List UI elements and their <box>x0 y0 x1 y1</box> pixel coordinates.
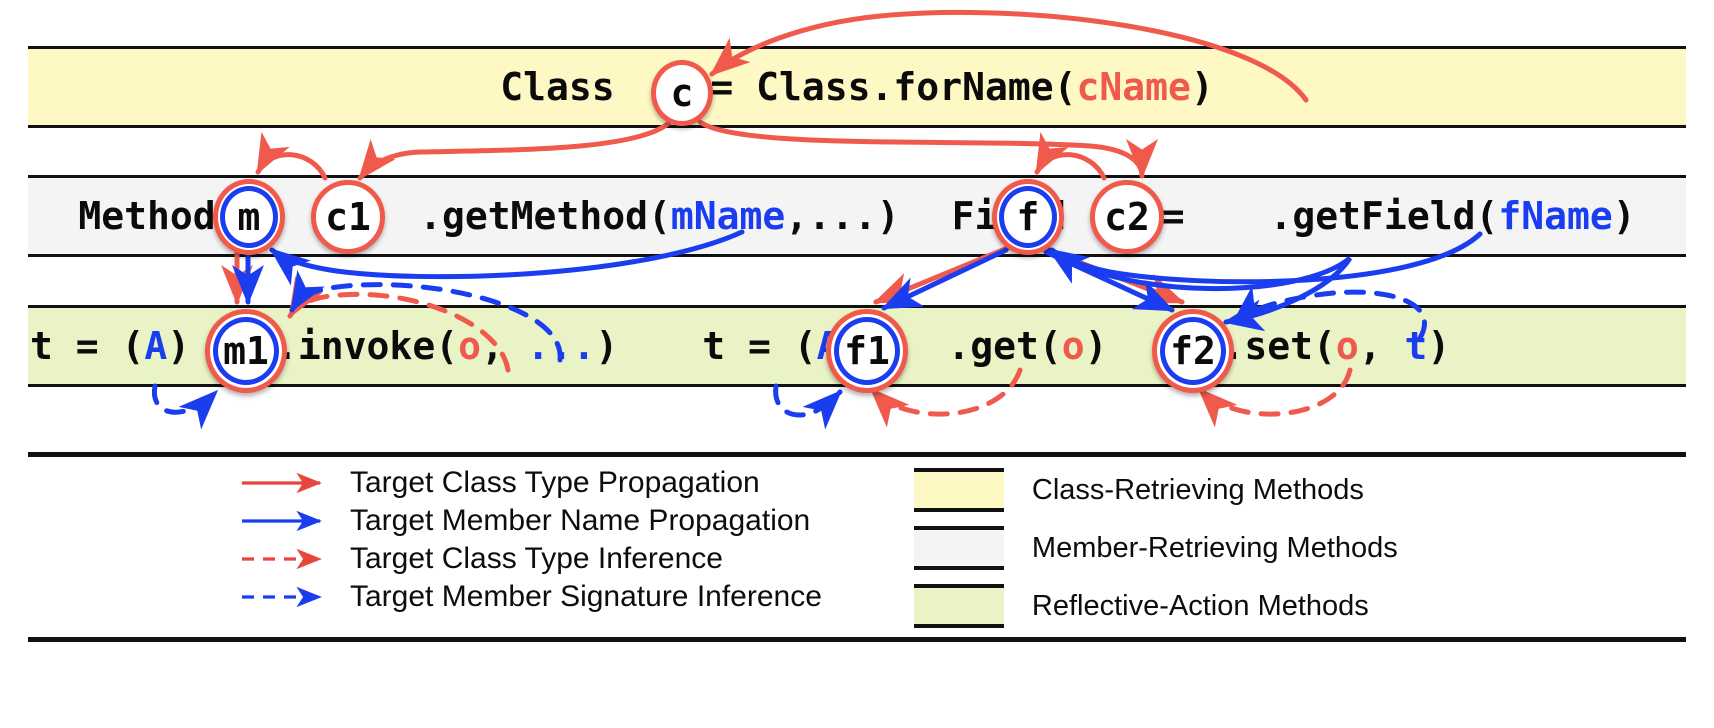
arrow-cast-a-to-m1-dashed <box>151 383 219 430</box>
node-c[interactable]: c <box>651 60 713 126</box>
arrow-cast-a-to-f1-dashed <box>773 383 843 430</box>
arrow-c2-to-f <box>1034 131 1107 181</box>
node-c2-label: c2 <box>1104 195 1150 239</box>
node-m1[interactable]: m1 <box>205 309 287 393</box>
node-c1[interactable]: c1 <box>311 180 385 254</box>
node-f2-label: f2 <box>1170 329 1216 373</box>
node-f-label: f <box>1016 195 1040 239</box>
node-m[interactable]: m <box>213 179 285 255</box>
arrow-invoke-o-to-m1-dashed <box>287 276 511 373</box>
node-m1-label: m1 <box>223 329 269 373</box>
node-m-label: m <box>237 195 261 239</box>
node-f2[interactable]: f2 <box>1152 309 1234 393</box>
node-c-label: c <box>670 71 694 115</box>
reflection-dataflow-diagram: Class = Class.forName(cName) Method = .g… <box>0 0 1714 728</box>
arrow-cname-to-c <box>709 9 1309 103</box>
arrow-c-to-c2 <box>697 119 1158 179</box>
node-c2[interactable]: c2 <box>1090 180 1164 254</box>
node-f1[interactable]: f1 <box>826 309 908 393</box>
arrow-c1-to-m <box>255 131 328 181</box>
node-f1-label: f1 <box>844 329 890 373</box>
arrow-f-to-f1-blue <box>881 247 1009 311</box>
node-f[interactable]: f <box>992 179 1064 255</box>
arrow-c-to-c1 <box>357 119 673 181</box>
arrow-invoke-dots-to-m1-dashed <box>289 270 563 363</box>
node-c1-label: c1 <box>325 195 371 239</box>
